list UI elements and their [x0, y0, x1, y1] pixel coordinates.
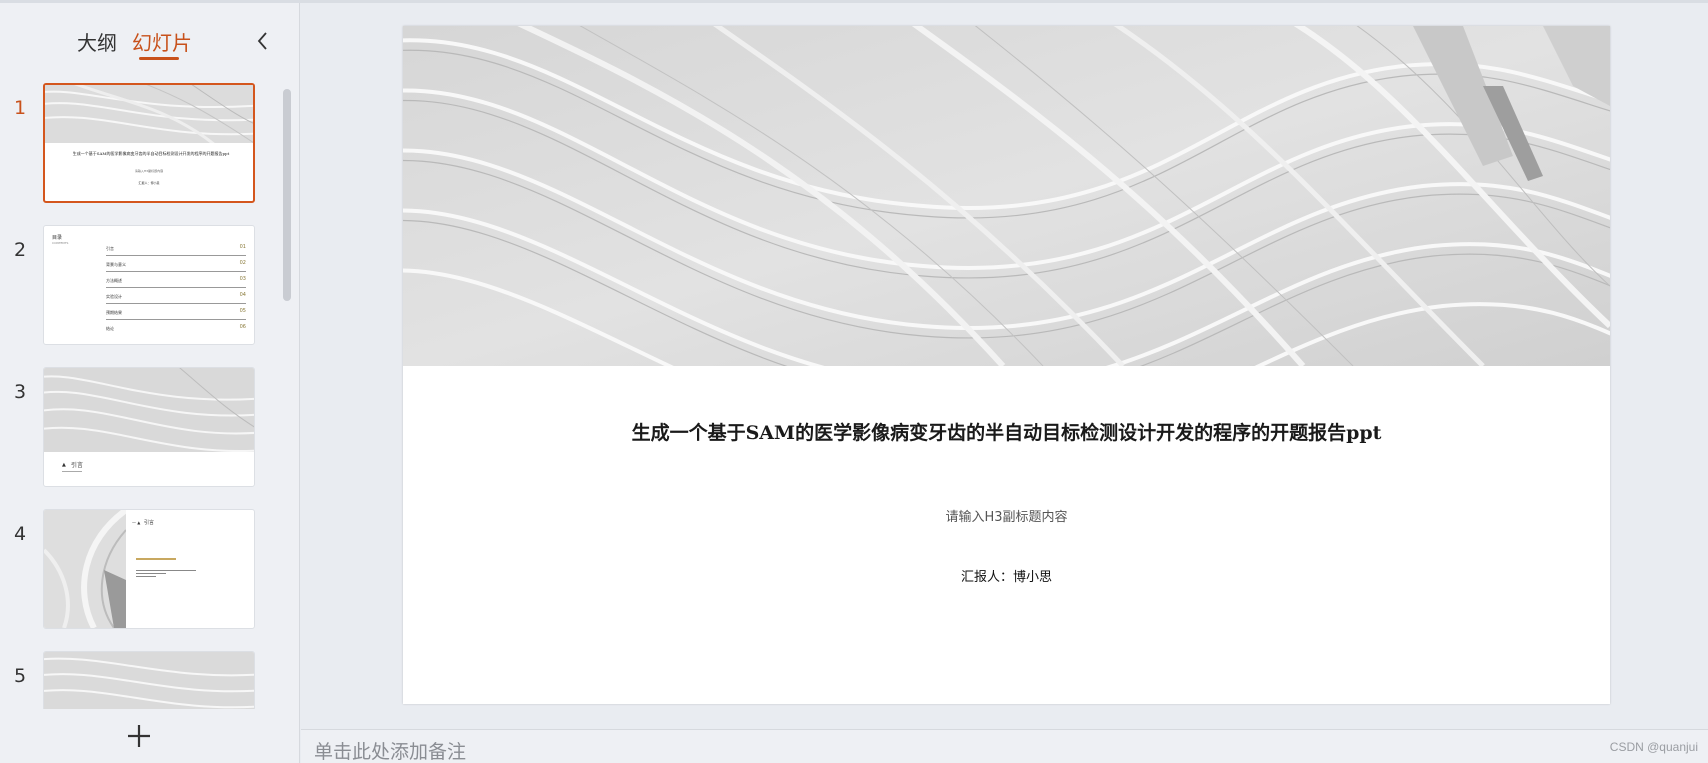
slide-thumbnail-5[interactable] [43, 651, 255, 709]
building-image [44, 368, 254, 452]
thumbnail-number: 5 [14, 665, 27, 687]
slide-thumbnail-2[interactable]: 目录 CONTENTS 引言 01 背景与意义 02 方法概述 03 实验设计 … [43, 225, 255, 345]
thumbnail-row-4: 4 — ▲ 引言 [0, 509, 270, 629]
thumbnail-presenter: 汇报人：博小思 [138, 181, 160, 185]
thumbnail-row-1: 1 生成一个基于SAM的医学影像病变牙齿的半自动目标检测设计开发的程序的开题报告… [0, 83, 270, 203]
section-marker: ▲ [62, 462, 66, 468]
toc-number: 05 [239, 308, 246, 314]
notes-placeholder[interactable]: 单击此处添加备注 [314, 737, 466, 763]
tab-outline[interactable]: 大纲 [77, 27, 117, 56]
thumbnail-title: 生成一个基于SAM的医学影像病变牙齿的半自动目标检测设计开发的程序的开题报告pp… [72, 151, 230, 156]
panel-tabs: 大纲 幻灯片 [0, 3, 300, 63]
slide-thumbnail-1[interactable]: 生成一个基于SAM的医学影像病变牙齿的半自动目标检测设计开发的程序的开题报告pp… [43, 83, 255, 203]
thumbnail-heading: 目录 [52, 235, 63, 241]
chevron-left-icon [257, 32, 267, 50]
toc-number: 04 [239, 292, 246, 298]
toc-item: 方法概述 03 [106, 272, 246, 288]
toc-list: 引言 01 背景与意义 02 方法概述 03 实验设计 04 预期结果 05 结… [106, 240, 246, 336]
section-marker: — ▲ [132, 520, 141, 525]
text-placeholder-lines [136, 558, 206, 577]
scrollbar-thumb[interactable] [283, 89, 291, 301]
thumbnail-row-2: 2 目录 CONTENTS 引言 01 背景与意义 02 方法概述 03 实验设… [0, 225, 270, 345]
toc-item: 预期结果 05 [106, 304, 246, 320]
slide-panel: 大纲 幻灯片 1 生成一个基于SAM的医学影像病变牙齿的半自动目标检测设计开发的… [0, 3, 300, 763]
notes-pane[interactable]: 单击此处添加备注 CSDN @quanjui [301, 729, 1708, 763]
plus-icon [128, 725, 150, 747]
thumbnail-subheading: CONTENTS [52, 241, 69, 245]
slide-editor: 生成一个基于SAM的医学影像病变牙齿的半自动目标检测设计开发的程序的开题报告pp… [301, 3, 1708, 728]
building-image [45, 85, 253, 143]
collapse-panel-button[interactable] [252, 29, 274, 53]
slide-title[interactable]: 生成一个基于SAM的医学影像病变牙齿的半自动目标检测设计开发的程序的开题报告pp… [403, 418, 1610, 445]
tab-active-indicator [139, 57, 179, 60]
thumbnail-number: 4 [14, 523, 27, 545]
building-banner-image [403, 26, 1610, 366]
toc-item: 实验设计 04 [106, 288, 246, 304]
slide-thumbnail-3[interactable]: ▲ 引言 [43, 367, 255, 487]
toc-item: 结论 06 [106, 324, 246, 331]
thumbnail-list[interactable]: 1 生成一个基于SAM的医学影像病变牙齿的半自动目标检测设计开发的程序的开题报告… [0, 83, 300, 709]
slide-presenter[interactable]: 汇报人：博小思 [403, 566, 1610, 585]
thumbnail-heading: 引言 [144, 520, 155, 526]
thumbnail-subtitle: 请输入H3副标题内容 [134, 169, 164, 173]
toc-item: 引言 01 [106, 240, 246, 256]
thumbnail-number: 1 [14, 97, 27, 119]
thumbnail-number: 3 [14, 381, 27, 403]
add-slide-button[interactable] [124, 721, 154, 751]
thumbnail-scrollbar[interactable] [283, 89, 291, 701]
toc-number: 06 [239, 324, 246, 330]
current-slide[interactable]: 生成一个基于SAM的医学影像病变牙齿的半自动目标检测设计开发的程序的开题报告pp… [403, 26, 1610, 704]
toc-number: 02 [239, 260, 246, 266]
toc-number: 03 [239, 276, 246, 282]
toc-number: 01 [239, 244, 246, 250]
thumbnail-row-5: 5 [0, 651, 270, 709]
watermark: CSDN @quanjui [1609, 740, 1698, 754]
heading-underline [62, 471, 82, 472]
thumbnail-number: 2 [14, 239, 27, 261]
toc-item: 背景与意义 02 [106, 256, 246, 272]
building-image [44, 510, 126, 628]
thumbnail-row-3: 3 ▲ 引言 [0, 367, 270, 487]
slide-subtitle[interactable]: 请输入H3副标题内容 [403, 506, 1610, 525]
tab-slides[interactable]: 幻灯片 [132, 27, 192, 56]
slide-thumbnail-4[interactable]: — ▲ 引言 [43, 509, 255, 629]
building-image [44, 652, 254, 709]
thumbnail-heading: 引言 [71, 462, 84, 469]
